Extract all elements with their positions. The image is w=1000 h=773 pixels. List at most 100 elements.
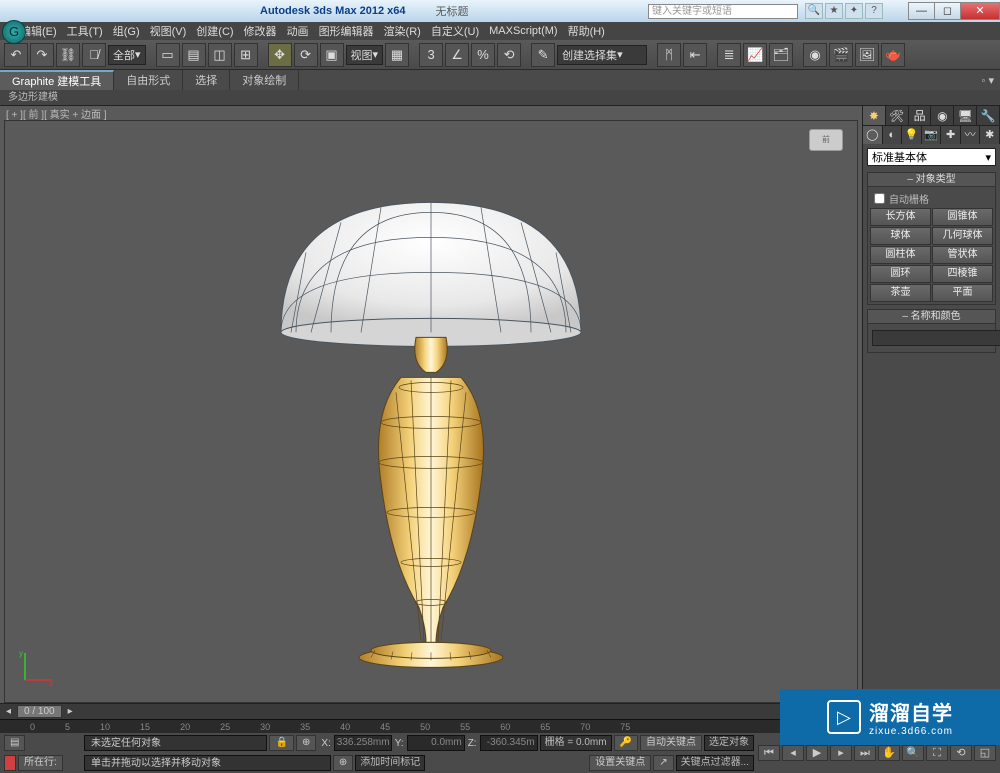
ribbon-tab-freeform[interactable]: 自由形式 [114,70,183,90]
time-thumb[interactable]: 0 / 100 [17,705,62,718]
menu-animation[interactable]: 动画 [287,23,309,39]
manage-sets-button[interactable]: ✎ [531,43,555,67]
lights-subtab[interactable]: 💡 [902,126,922,144]
setkey-button[interactable]: 设置关键点 [589,755,651,771]
keyfilter-button[interactable]: 关键点过滤器... [676,755,754,771]
tube-button[interactable]: 管状体 [932,246,993,264]
play-button[interactable]: ▶ [806,745,828,761]
coord-x[interactable]: 336.258mm [334,735,392,751]
search-icon[interactable]: 🔍 [805,3,823,19]
minimize-button[interactable]: — [908,2,935,20]
menu-tools[interactable]: 工具(T) [67,23,103,39]
object-name-input[interactable] [872,330,1000,346]
coord-z[interactable]: -360.345m [480,735,538,751]
maxscript-mini-button[interactable]: ▤ [4,735,25,751]
goto-end-button[interactable]: ⏭ [854,745,876,761]
help-search-input[interactable]: 键入关键字或短语 [648,4,798,19]
systems-subtab[interactable]: ✱ [980,126,1000,144]
goto-start-button[interactable]: ⏮ [758,745,780,761]
sphere-button[interactable]: 球体 [870,227,931,245]
hierarchy-tab[interactable]: 品 [909,106,932,125]
close-button[interactable]: ✕ [960,2,1000,20]
curve-editor-button[interactable]: 📈 [743,43,767,67]
rotate-button[interactable]: ⟳ [294,43,318,67]
zoom-button[interactable]: 🔍 [902,745,924,761]
modify-tab[interactable]: 🛠 [886,106,909,125]
viewport[interactable]: 前 [4,120,858,703]
next-frame-button[interactable]: ▸ [830,745,852,761]
teapot-button[interactable]: 茶壶 [870,284,931,302]
window-crossing-button[interactable]: ⊞ [234,43,258,67]
move-button[interactable]: ✥ [268,43,292,67]
select-button[interactable]: ▭ [156,43,180,67]
cone-button[interactable]: 圆锥体 [932,208,993,226]
unlink-button[interactable]: ⛓̸ [82,43,106,67]
help-icon[interactable]: ? [865,3,883,19]
pivot-button[interactable]: ▦ [385,43,409,67]
utilities-tab[interactable]: 🔧 [977,106,1000,125]
orbit-button[interactable]: ⟲ [950,745,972,761]
cameras-subtab[interactable]: 📷 [922,126,942,144]
absolute-mode-button[interactable]: ⊕ [296,735,316,751]
menu-grapheditor[interactable]: 图形编辑器 [319,23,374,39]
align-button[interactable]: ⇤ [683,43,707,67]
shapes-subtab[interactable]: ◐ [883,126,903,144]
box-button[interactable]: 长方体 [870,208,931,226]
percent-snap-button[interactable]: % [471,43,495,67]
key-target-combo[interactable]: 选定对象 [704,735,754,751]
helpers-subtab[interactable]: ✚ [941,126,961,144]
selection-filter-combo[interactable]: 全部 ▾ [108,45,146,65]
category-combo[interactable]: 标准基本体▾ [867,148,996,166]
redo-button[interactable]: ↷ [30,43,54,67]
material-editor-button[interactable]: ◉ [803,43,827,67]
link-button[interactable]: ⛓ [56,43,80,67]
exchange-icon[interactable]: ✦ [845,3,863,19]
ribbon-tab-paint[interactable]: 对象绘制 [230,70,299,90]
lock-selection-button[interactable]: 🔒 [269,735,293,751]
menu-render[interactable]: 渲染(R) [384,23,421,39]
plane-button[interactable]: 平面 [932,284,993,302]
application-menu-button[interactable]: G [2,20,26,44]
spinner-snap-button[interactable]: ⟲ [497,43,521,67]
object-type-rollout[interactable]: – 对象类型 [867,172,996,187]
menu-view[interactable]: 视图(V) [150,23,187,39]
layer-button[interactable]: ≣ [717,43,741,67]
menu-create[interactable]: 创建(C) [196,23,233,39]
geosphere-button[interactable]: 几何球体 [932,227,993,245]
keymode-button[interactable]: ↗ [653,755,673,771]
render-frame-button[interactable]: 🖼 [855,43,879,67]
autokey-button[interactable]: 自动关键点 [640,735,702,751]
space-warps-subtab[interactable]: 〰 [961,126,981,144]
selection-set-combo[interactable]: 创建选择集 ▾ [557,45,647,65]
select-region-button[interactable]: ◫ [208,43,232,67]
display-tab[interactable]: 🖥 [954,106,977,125]
menu-maxscript[interactable]: MAXScript(M) [489,25,557,37]
menu-help[interactable]: 帮助(H) [568,23,605,39]
ref-coord-combo[interactable]: 视图 ▾ [346,45,384,65]
name-color-rollout[interactable]: – 名称和颜色 [867,309,996,324]
pan-button[interactable]: ✋ [878,745,900,761]
prev-frame-button[interactable]: ◂ [782,745,804,761]
menu-modifiers[interactable]: 修改器 [244,23,277,39]
coord-y[interactable]: 0.0mm [407,735,465,751]
torus-button[interactable]: 圆环 [870,265,931,283]
viewport-label[interactable]: [ + ][ 前 ][ 真实 + 边面 ] [0,106,862,120]
select-name-button[interactable]: ▤ [182,43,206,67]
angle-snap-button[interactable]: ∠ [445,43,469,67]
snap-button[interactable]: 3 [419,43,443,67]
motion-tab[interactable]: ◉ [931,106,954,125]
time-tag-combo[interactable]: 添加时间标记 [355,755,425,771]
menu-customize[interactable]: 自定义(U) [431,23,479,39]
render-setup-button[interactable]: 🎬 [829,43,853,67]
schematic-button[interactable]: 🗂 [769,43,793,67]
zoom-extents-button[interactable]: ⛶ [926,745,948,761]
autogrid-checkbox[interactable]: 自动栅格 [870,189,993,208]
subscription-icon[interactable]: ★ [825,3,843,19]
time-tag-button[interactable]: ⊕ [333,755,353,771]
ribbon-collapse-button[interactable]: ◦ ▾ [976,74,1000,87]
render-button[interactable]: 🫖 [881,43,905,67]
create-tab[interactable]: ✸ [863,106,886,125]
viewcube[interactable]: 前 [809,129,843,151]
ribbon-tab-select[interactable]: 选择 [183,70,230,90]
listener-button[interactable] [4,755,16,771]
